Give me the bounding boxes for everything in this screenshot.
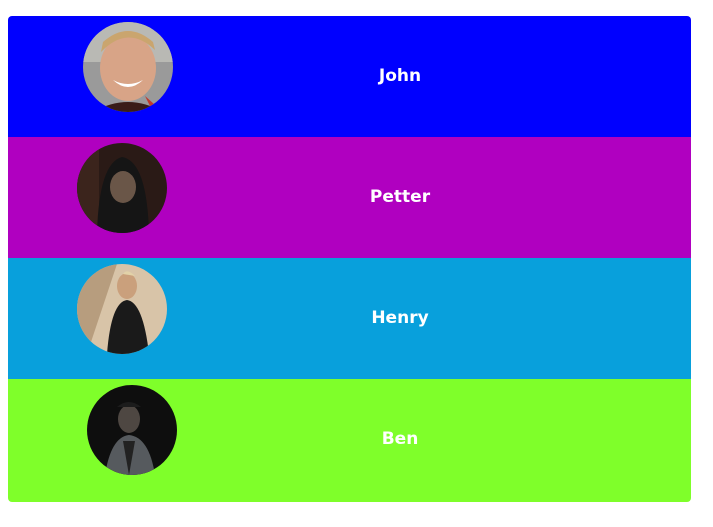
avatar: [83, 22, 173, 112]
smiling-man-photo-icon: [83, 22, 173, 112]
people-list: John Petter Henry Ben: [8, 16, 691, 502]
person-card-petter[interactable]: Petter: [8, 137, 691, 258]
person-name: Petter: [369, 187, 431, 207]
avatar: [77, 264, 167, 354]
person-name: Ben: [381, 429, 419, 449]
person-card-john[interactable]: John: [8, 16, 691, 137]
person-name: Henry: [371, 308, 429, 328]
person-card-henry[interactable]: Henry: [8, 258, 691, 379]
avatar: [87, 385, 177, 475]
man-in-dark-photo-icon: [87, 385, 177, 475]
person-name: John: [378, 66, 422, 86]
person-card-ben[interactable]: Ben: [8, 379, 691, 502]
man-in-leather-jacket-photo-icon: [77, 264, 167, 354]
avatar: [77, 143, 167, 233]
hooded-man-photo-icon: [77, 143, 167, 233]
